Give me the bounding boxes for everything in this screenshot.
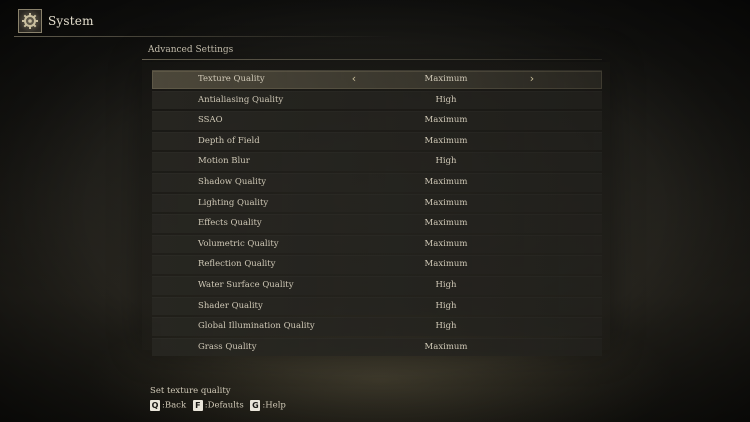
section-title: Advanced Settings bbox=[148, 45, 234, 55]
setting-value: Maximum bbox=[424, 259, 468, 270]
setting-value: Maximum bbox=[424, 341, 468, 352]
setting-row-depth-of-field[interactable]: Depth of Field Maximum bbox=[152, 131, 602, 151]
setting-label: SSAO bbox=[198, 115, 223, 126]
back-label: :Back bbox=[162, 400, 187, 411]
setting-label: Global Illumination Quality bbox=[198, 321, 315, 332]
setting-value: High bbox=[435, 156, 457, 167]
setting-value: High bbox=[435, 279, 457, 290]
settings-screen: System Advanced Settings Texture Quality… bbox=[0, 0, 750, 422]
header-divider bbox=[14, 36, 394, 37]
setting-value: High bbox=[435, 321, 457, 332]
menu-header: System bbox=[0, 8, 750, 38]
setting-value: Maximum bbox=[424, 197, 468, 208]
setting-label: Water Surface Quality bbox=[198, 279, 294, 290]
defaults-hint[interactable]: F:Defaults bbox=[192, 400, 244, 411]
setting-description: Set texture quality bbox=[150, 386, 231, 396]
setting-row-antialiasing-quality[interactable]: Antialiasing Quality High bbox=[152, 90, 602, 110]
q-key-icon: Q bbox=[150, 400, 160, 411]
setting-row-reflection-quality[interactable]: Reflection Quality Maximum bbox=[152, 255, 602, 274]
help-label: :Help bbox=[262, 400, 286, 411]
setting-label: Volumetric Quality bbox=[198, 238, 279, 249]
settings-list: Texture Quality ‹ Maximum › Antialiasing… bbox=[152, 70, 602, 358]
defaults-label: :Defaults bbox=[204, 400, 244, 411]
setting-value: Maximum bbox=[424, 176, 468, 187]
setting-label: Effects Quality bbox=[198, 218, 262, 229]
setting-value: Maximum bbox=[424, 238, 468, 249]
setting-label: Motion Blur bbox=[198, 156, 250, 167]
setting-label: Reflection Quality bbox=[198, 259, 276, 270]
key-hints: Q:Back F:Defaults G:Help bbox=[150, 400, 290, 412]
setting-value: Maximum bbox=[424, 218, 468, 229]
setting-label: Lighting Quality bbox=[198, 197, 269, 208]
setting-value: High bbox=[435, 300, 457, 311]
setting-label: Texture Quality bbox=[198, 74, 265, 84]
gear-icon bbox=[18, 9, 42, 33]
setting-label: Grass Quality bbox=[198, 341, 257, 352]
setting-row-shadow-quality[interactable]: Shadow Quality Maximum bbox=[152, 172, 602, 192]
setting-row-motion-blur[interactable]: Motion Blur High bbox=[152, 152, 602, 171]
f-key-icon: F bbox=[192, 400, 203, 411]
setting-row-shader-quality[interactable]: Shader Quality High bbox=[152, 296, 602, 316]
chevron-left-icon[interactable]: ‹ bbox=[348, 73, 360, 85]
section-divider bbox=[142, 59, 602, 60]
g-key-icon: G bbox=[250, 400, 261, 411]
help-hint[interactable]: G:Help bbox=[250, 400, 286, 411]
setting-label: Shadow Quality bbox=[198, 176, 267, 187]
setting-row-water-surface-quality[interactable]: Water Surface Quality High bbox=[152, 275, 602, 295]
setting-row-ssao[interactable]: SSAO Maximum bbox=[152, 111, 602, 130]
setting-row-lighting-quality[interactable]: Lighting Quality Maximum bbox=[152, 193, 602, 213]
setting-value: Maximum bbox=[424, 135, 468, 146]
setting-row-grass-quality[interactable]: Grass Quality Maximum bbox=[152, 337, 602, 357]
setting-row-texture-quality[interactable]: Texture Quality ‹ Maximum › bbox=[152, 70, 602, 89]
setting-value: High bbox=[435, 94, 457, 105]
setting-row-volumetric-quality[interactable]: Volumetric Quality Maximum bbox=[152, 234, 602, 254]
setting-row-global-illumination-quality[interactable]: Global Illumination Quality High bbox=[152, 317, 602, 336]
setting-value: Maximum bbox=[424, 115, 468, 126]
setting-label: Shader Quality bbox=[198, 300, 263, 311]
menu-title: System bbox=[48, 14, 94, 28]
setting-row-effects-quality[interactable]: Effects Quality Maximum bbox=[152, 214, 602, 233]
setting-label: Antialiasing Quality bbox=[198, 94, 284, 105]
setting-label: Depth of Field bbox=[198, 135, 260, 146]
chevron-right-icon[interactable]: › bbox=[526, 73, 538, 85]
setting-value: Maximum bbox=[424, 74, 468, 84]
back-hint[interactable]: Q:Back bbox=[150, 400, 186, 411]
